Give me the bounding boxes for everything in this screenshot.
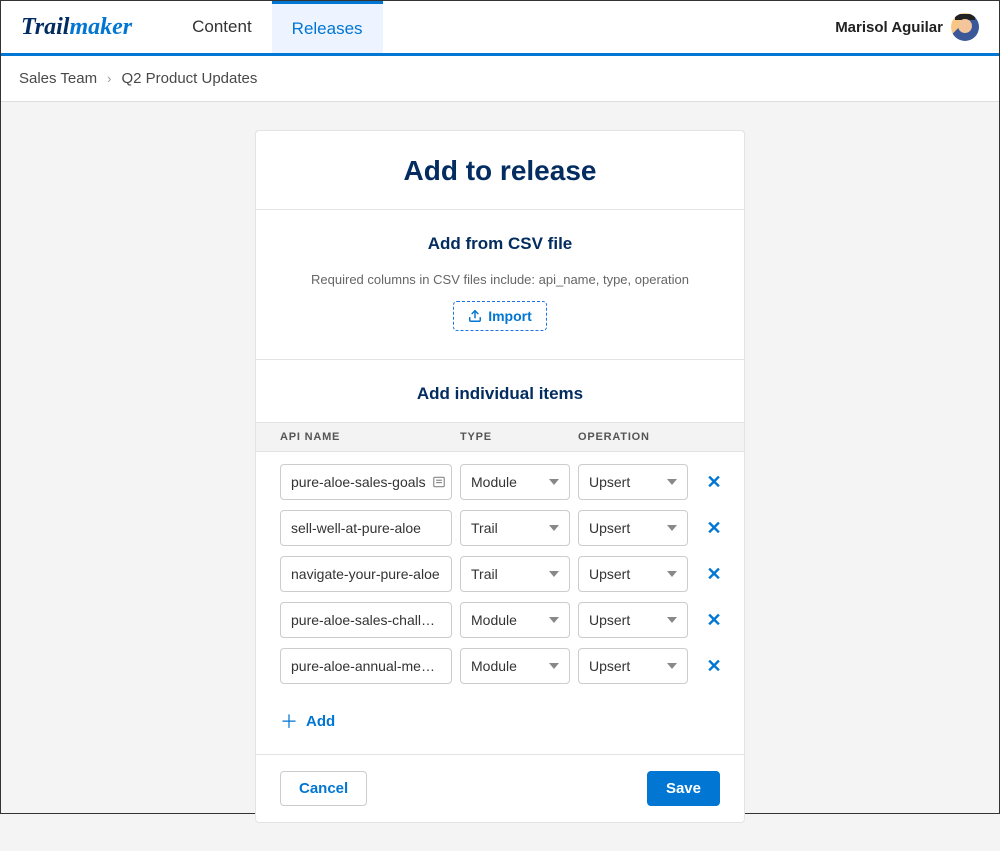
chevron-down-icon [667, 617, 677, 623]
col-api: API NAME [280, 431, 452, 443]
operation-value: Upsert [589, 520, 630, 536]
operation-select[interactable]: Upsert [578, 464, 688, 500]
import-label: Import [488, 308, 532, 324]
csv-heading: Add from CSV file [280, 234, 720, 254]
table-row: Trail Upsert ✕ [280, 510, 720, 546]
api-name-input[interactable] [280, 510, 452, 546]
card-footer: Cancel Save [256, 754, 744, 822]
add-row-button[interactable]: ＋ Add [280, 708, 720, 734]
chevron-down-icon [667, 525, 677, 531]
tab-releases[interactable]: Releases [272, 1, 383, 53]
chevron-down-icon [549, 479, 559, 485]
type-value: Trail [471, 520, 498, 536]
type-select[interactable]: Module [460, 602, 570, 638]
api-name-input[interactable] [280, 648, 452, 684]
logo: Trailmaker [21, 14, 132, 41]
logo-part2: maker [69, 14, 132, 40]
type-value: Module [471, 658, 517, 674]
chevron-down-icon [549, 663, 559, 669]
type-select[interactable]: Module [460, 648, 570, 684]
type-select[interactable]: Trail [460, 556, 570, 592]
import-button[interactable]: Import [453, 301, 547, 331]
type-value: Trail [471, 566, 498, 582]
operation-value: Upsert [589, 474, 630, 490]
api-name-input[interactable] [280, 464, 452, 500]
chevron-down-icon [549, 617, 559, 623]
avatar[interactable] [951, 13, 979, 41]
delete-row-button[interactable]: ✕ [696, 657, 732, 675]
operation-select[interactable]: Upsert [578, 556, 688, 592]
col-type: TYPE [460, 431, 570, 443]
delete-row-button[interactable]: ✕ [696, 565, 732, 583]
top-navigation: Trailmaker Content Releases Marisol Agui… [1, 1, 999, 56]
api-name-input[interactable] [280, 602, 452, 638]
logo-part1: Trail [21, 14, 69, 40]
lookup-icon [432, 475, 446, 489]
individual-section: Add individual items API NAME TYPE OPERA… [256, 359, 744, 754]
user-area[interactable]: Marisol Aguilar [835, 13, 979, 41]
delete-row-button[interactable]: ✕ [696, 611, 732, 629]
csv-section: Add from CSV file Required columns in CS… [256, 209, 744, 359]
api-name-input[interactable] [280, 556, 452, 592]
user-name: Marisol Aguilar [835, 19, 943, 36]
chevron-right-icon: › [107, 71, 111, 86]
chevron-down-icon [667, 663, 677, 669]
table-row: Module Upsert ✕ [280, 602, 720, 638]
delete-row-button[interactable]: ✕ [696, 473, 732, 491]
type-select[interactable]: Trail [460, 510, 570, 546]
save-button[interactable]: Save [647, 771, 720, 806]
operation-select[interactable]: Upsert [578, 602, 688, 638]
csv-helper-text: Required columns in CSV files include: a… [280, 272, 720, 287]
table-row: Module Upsert ✕ [280, 464, 720, 500]
chevron-down-icon [667, 571, 677, 577]
card-title: Add to release [256, 131, 744, 209]
nav-tabs: Content Releases [172, 1, 382, 53]
content-wrap: Add to release Add from CSV file Require… [1, 102, 999, 851]
type-value: Module [471, 474, 517, 490]
individual-heading: Add individual items [280, 384, 720, 404]
breadcrumb-item-1[interactable]: Sales Team [19, 70, 97, 87]
type-select[interactable]: Module [460, 464, 570, 500]
col-operation: OPERATION [578, 431, 688, 443]
operation-value: Upsert [589, 612, 630, 628]
add-label: Add [306, 713, 335, 730]
operation-value: Upsert [589, 566, 630, 582]
cancel-button[interactable]: Cancel [280, 771, 367, 806]
operation-value: Upsert [589, 658, 630, 674]
table-row: Module Upsert ✕ [280, 648, 720, 684]
table-header: API NAME TYPE OPERATION [256, 422, 744, 452]
type-value: Module [471, 612, 517, 628]
chevron-down-icon [549, 571, 559, 577]
operation-select[interactable]: Upsert [578, 648, 688, 684]
plus-icon: ＋ [280, 708, 298, 734]
operation-select[interactable]: Upsert [578, 510, 688, 546]
tab-content[interactable]: Content [172, 1, 272, 53]
table-row: Trail Upsert ✕ [280, 556, 720, 592]
upload-icon [468, 309, 482, 323]
delete-row-button[interactable]: ✕ [696, 519, 732, 537]
add-to-release-card: Add to release Add from CSV file Require… [255, 130, 745, 823]
breadcrumb: Sales Team › Q2 Product Updates [1, 56, 999, 102]
breadcrumb-item-2[interactable]: Q2 Product Updates [121, 70, 257, 87]
chevron-down-icon [667, 479, 677, 485]
chevron-down-icon [549, 525, 559, 531]
